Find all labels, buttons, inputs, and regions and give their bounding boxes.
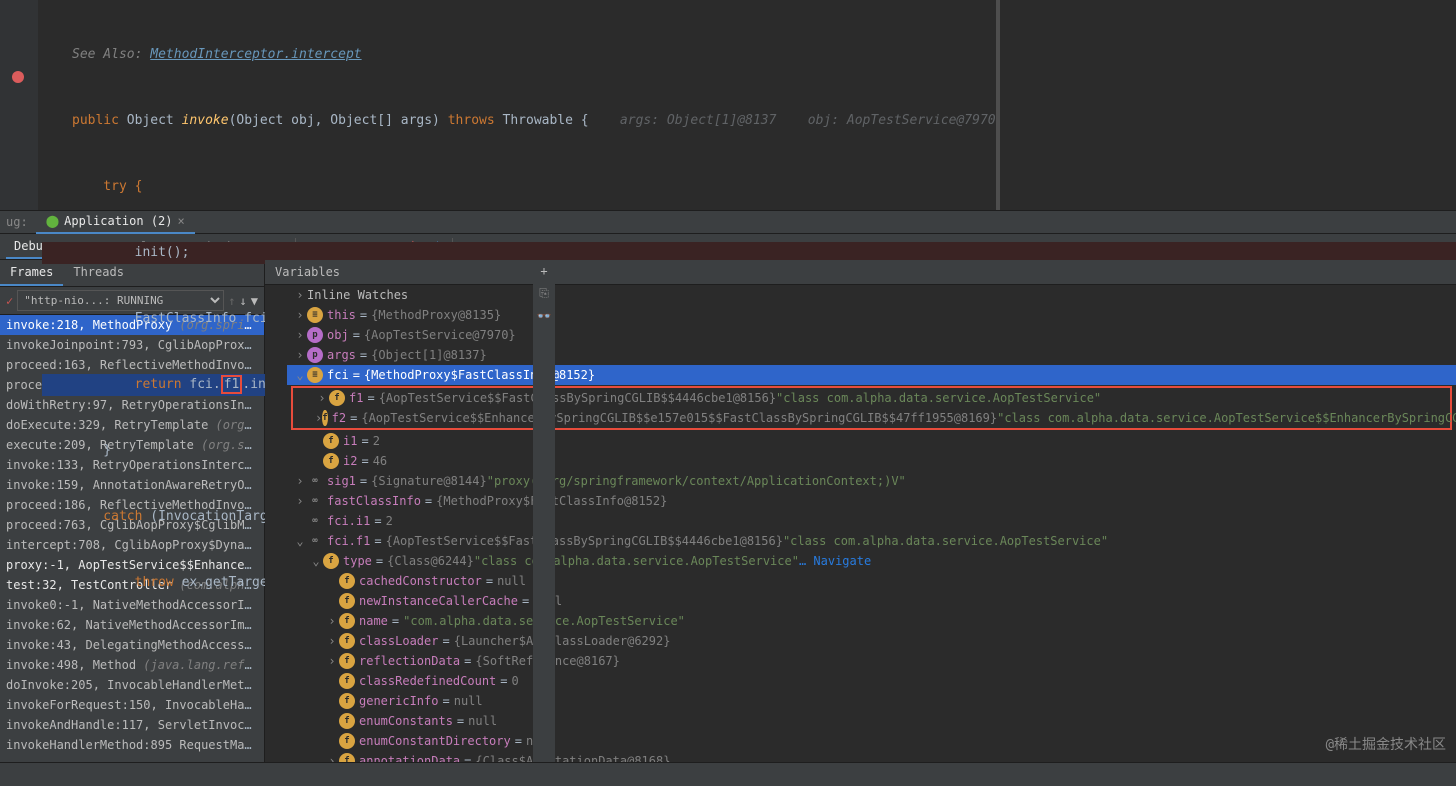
var-label: ›Inline Watches [287,285,1456,305]
add-watch-icon[interactable]: + [540,264,547,278]
var-node[interactable]: ›∞fastClassInfo={MethodProxy$FastClassIn… [287,491,1456,511]
stack-frame[interactable]: invokeAndHandle:117, ServletInvocableHan [0,715,264,735]
var-node[interactable]: fi1=2 [287,431,1456,451]
status-bar [0,762,1456,786]
stack-frame[interactable]: doInvoke:205, InvocableHandlerMethod (o [0,675,264,695]
var-node[interactable]: ›freflectionData={SoftReference@8167} [287,651,1456,671]
var-node[interactable]: ›≡this={MethodProxy@8135} [287,305,1456,325]
var-node[interactable]: ⌄≡fci={MethodProxy$FastClassInfo@8152} [287,365,1456,385]
vars-side-tools: + ⎘ 👓 [533,260,555,762]
var-node[interactable]: fgenericInfo=null [287,691,1456,711]
var-node[interactable]: ⌄∞fci.f1={AopTestService$$FastClassBySpr… [287,531,1456,551]
var-node[interactable]: ›pobj={AopTestService@7970} [287,325,1456,345]
var-node[interactable]: ∞fci.i1=2 [287,511,1456,531]
check-icon: ✓ [6,294,13,308]
glasses-icon[interactable]: 👓 [537,309,552,323]
stack-frame[interactable]: invoke:498, Method (java.lang.reflect) [0,655,264,675]
var-node[interactable]: fi2=46 [287,451,1456,471]
var-node[interactable]: fclassRedefinedCount=0 [287,671,1456,691]
red-highlight-box: ›ff1={AopTestService$$FastClassBySpringC… [291,386,1452,430]
ug-label: ug: [6,215,28,229]
redbox-f1: f1 [221,375,243,394]
var-node[interactable]: ›ff1={AopTestService$$FastClassBySpringC… [293,388,1450,408]
var-node[interactable]: ⌄ftype={Class@6244} "class com.alpha.dat… [287,551,1456,571]
var-node[interactable]: fenumConstantDirectory=null [287,731,1456,751]
variables-title: Variables [275,265,340,279]
stack-frame[interactable]: invokeForRequest:150, InvocableHandlerM [0,695,264,715]
variables-panel: + ⎘ 👓 Variables ›Inline Watches›≡this={M… [265,260,1456,762]
var-node[interactable]: ›pargs={Object[1]@8137} [287,345,1456,365]
var-node[interactable]: fenumConstants=null [287,711,1456,731]
var-node[interactable]: ›fclassLoader={Launcher$AppClassLoader@6… [287,631,1456,651]
watermark: @稀土掘金技术社区 [1326,734,1446,754]
code-line: try { [42,176,1456,198]
code-line: public Object invoke(Object obj, Object[… [42,110,1456,132]
code-line: See Also: MethodInterceptor.intercept [42,44,1456,66]
copy-icon[interactable]: ⎘ [539,286,549,301]
var-node[interactable]: ›fannotationData={Class$AnnotationData@8… [287,751,1456,762]
editor-gutter [0,0,38,210]
variables-tree[interactable]: ›Inline Watches›≡this={MethodProxy@8135}… [287,285,1456,762]
var-node[interactable]: fcachedConstructor=null [287,571,1456,591]
stack-frame[interactable]: invokeHandlerMethod:895 RequestMappin [0,735,264,755]
code-editor[interactable]: See Also: MethodInterceptor.intercept pu… [0,0,1456,210]
breakpoint-icon[interactable] [12,71,24,83]
var-node[interactable]: ›ff2={AopTestService$$EnhancerBySpringCG… [293,408,1450,428]
var-node[interactable]: ›fname= "com.alpha.data.service.AopTestS… [287,611,1456,631]
stack-frame[interactable]: invoke:43, DelegatingMethodAccessorImpl [0,635,264,655]
var-node[interactable]: fnewInstanceCallerCache=null [287,591,1456,611]
var-node[interactable]: ›∞sig1={Signature@8144} "proxy(Lorg/spri… [287,471,1456,491]
